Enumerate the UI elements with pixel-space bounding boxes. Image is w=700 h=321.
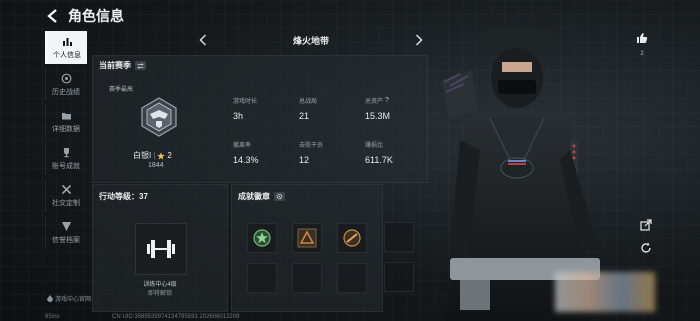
sidebar-item-social[interactable]: 社交定制	[45, 179, 86, 212]
trophy-icon	[63, 147, 69, 157]
stat-play-time: 游戏时长 3h	[233, 99, 258, 121]
stat-operators-defeated: 击败干员 12	[299, 143, 324, 165]
season-best-label: 赛季最高	[109, 87, 134, 93]
badge-slot-3[interactable]	[337, 223, 367, 253]
shield-icon	[61, 221, 71, 231]
sidebar-item-achievements[interactable]: 账号成就	[45, 142, 86, 175]
ping-indicator: 65ms	[45, 314, 60, 320]
sidebar-item-label: 个人信息	[53, 51, 81, 59]
facility-level: 训练中心4级	[143, 282, 177, 288]
folder-icon	[61, 112, 71, 119]
badge-slot-empty-2[interactable]	[292, 263, 322, 293]
stat-total-matches: 总战局 21	[299, 99, 318, 121]
sidebar-item-details[interactable]: 详细数据	[45, 105, 86, 138]
triangle-badge-icon	[297, 228, 317, 248]
sidebar-item-label: 账号成就	[52, 162, 80, 170]
tools-icon	[61, 184, 71, 194]
badge-slot-empty-3[interactable]	[337, 263, 367, 293]
sidebar-item-history[interactable]: 历史战绩	[45, 68, 86, 101]
season-selector: 烽火地带	[196, 31, 426, 49]
stat-extraction-rate: 撤离率 14.3%	[233, 143, 259, 165]
achievement-badges-panel: 成就徽章	[231, 184, 383, 312]
badge-slot-2[interactable]	[292, 223, 322, 253]
badge-slot-empty-1[interactable]	[247, 263, 277, 293]
badge-slot-1[interactable]	[247, 223, 277, 253]
rank-score: 1844	[148, 162, 164, 169]
page-title: 角色信息	[68, 8, 124, 24]
current-season-header: 当前赛季	[99, 60, 146, 71]
like-button[interactable]: 2	[634, 31, 650, 57]
sidebar-item-credit[interactable]: 信誉档案	[45, 216, 86, 249]
like-count: 2	[640, 51, 644, 57]
badge-slot-empty-4[interactable]	[384, 222, 414, 252]
badge-slot-empty-5[interactable]	[384, 262, 414, 292]
sidebar-item-label: 社交定制	[52, 199, 80, 207]
share-icon[interactable]	[640, 219, 652, 231]
swap-icon	[137, 62, 144, 69]
refresh-icon[interactable]	[640, 242, 652, 254]
sidebar-item-label: 信誉档案	[52, 236, 80, 244]
thumbs-up-icon	[637, 33, 648, 43]
game-center-link[interactable]: 游戏中心官网	[47, 294, 91, 303]
training-center-card[interactable]	[135, 223, 187, 275]
season-name: 烽火地带	[292, 35, 329, 46]
prev-season-button[interactable]	[196, 32, 210, 48]
unlock-status: 即将解锁	[147, 291, 172, 297]
green-medal-icon	[253, 229, 271, 247]
sidebar-item-personal-info[interactable]: 个人信息	[45, 31, 87, 64]
sidebar-item-label: 详细数据	[52, 125, 80, 133]
dumbbell-icon	[147, 240, 175, 258]
slash-badge-icon	[343, 229, 361, 247]
bar-chart-icon	[62, 37, 72, 46]
rank-name: 白银I | 2	[133, 151, 172, 160]
header: 角色信息	[46, 6, 124, 26]
current-season-panel: 当前赛季 赛季最高 白银I | 2 1844 游戏时长 3h 总战局 21 总资…	[92, 55, 428, 183]
achievements-header: 成就徽章	[238, 191, 285, 202]
star-icon	[157, 151, 165, 159]
sidebar: 个人信息 历史战绩 详细数据 账号成就 社交定制 信誉档案	[45, 31, 87, 253]
history-icon	[61, 73, 71, 83]
blurred-overlay	[555, 272, 655, 312]
help-icon[interactable]: ?	[385, 97, 389, 104]
silver-rank-badge-icon	[141, 97, 177, 137]
action-level-title: 行动等级：37	[99, 192, 148, 201]
sidebar-item-label: 历史战绩	[52, 88, 80, 96]
drop-icon	[47, 295, 53, 302]
player-uid: CN UID:3589539974134795833 202606012209	[112, 314, 240, 320]
chevron-left-icon	[199, 34, 207, 46]
action-level-panel: 行动等级：37 训练中心4级 即将解锁	[92, 184, 228, 312]
back-arrow-icon[interactable]	[46, 9, 60, 23]
gear-icon	[276, 193, 283, 200]
badge-settings-button[interactable]	[274, 192, 285, 201]
switch-mode-button[interactable]	[135, 61, 146, 70]
